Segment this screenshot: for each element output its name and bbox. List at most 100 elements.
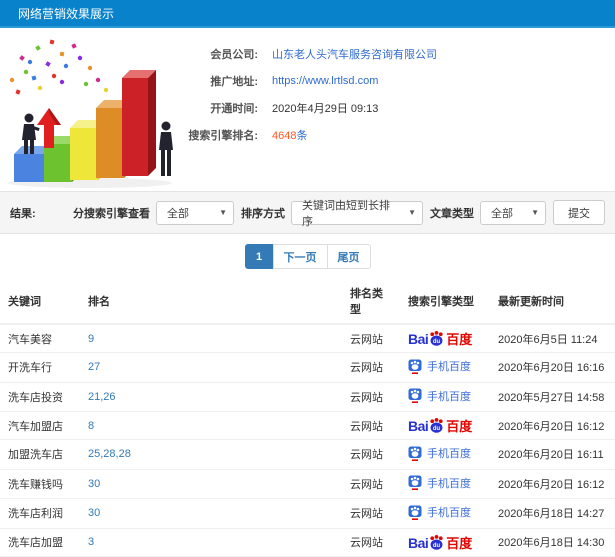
- updated-time-cell: 2020年5月27日 14:58: [490, 382, 615, 412]
- info-row: 开通时间: 2020年4月29日 09:13: [180, 94, 609, 121]
- mobile-baidu-label: 手机百度: [427, 448, 471, 460]
- table-header-row: 关键词 排名 排名类型 搜索引擎类型 最新更新时间: [0, 278, 615, 325]
- baidu-pc-logo[interactable]: Bai du 百度: [408, 417, 472, 433]
- col-header-engine-type: 搜索引擎类型: [400, 278, 490, 325]
- table-row: 开洗车行 27 云网站 手机百度 2020年6月20日 16:16: [0, 352, 615, 383]
- info-row-link[interactable]: 山东老人头汽车服务咨询有限公司: [272, 46, 437, 62]
- baidu-paw-icon: du: [430, 418, 443, 433]
- engine-view-select[interactable]: 全部 ▼: [156, 200, 234, 225]
- keyword-cell: 汽车美容: [0, 324, 80, 353]
- rank-value-link[interactable]: 21,26: [88, 391, 116, 403]
- article-type-selected-value: 全部: [491, 207, 513, 220]
- result-label: 结果:: [10, 207, 36, 220]
- chevron-down-icon: ▼: [219, 208, 227, 217]
- engine-cell: 手机百度: [400, 498, 490, 529]
- chevron-down-icon: ▼: [408, 208, 416, 217]
- page-item[interactable]: 尾页: [326, 244, 371, 269]
- engine-cell: 手机百度: [400, 352, 490, 383]
- rank-value-link[interactable]: 30: [88, 507, 100, 519]
- rank-type-cell: 云网站: [342, 382, 400, 412]
- pagination: 1 下一页 尾页: [244, 244, 371, 269]
- table-body: 汽车美容 9 云网站 Bai du 百度 2020年6月5日 11:24 开洗车行 27 云网站手…: [0, 324, 615, 557]
- article-type-label: 文章类型: [430, 207, 474, 220]
- mobile-baidu-label: 手机百度: [427, 361, 471, 373]
- article-type-select[interactable]: 全部 ▼: [480, 200, 546, 225]
- rank-value-link[interactable]: 25,28,28: [88, 448, 131, 460]
- mobile-baidu-paw-icon: [408, 446, 422, 461]
- col-header-rank: 排名: [80, 278, 342, 325]
- baidu-mobile-logo[interactable]: 手机百度: [408, 358, 471, 374]
- baidu-pc-logo[interactable]: Bai du 百度: [408, 534, 472, 550]
- engine-view-selected-value: 全部: [167, 207, 189, 220]
- engine-view-filter: 分搜索引擎查看 全部 ▼: [73, 200, 234, 225]
- rank-value-link[interactable]: 8: [88, 420, 94, 432]
- svg-text:du: du: [433, 426, 441, 432]
- rank-value-link[interactable]: 30: [88, 478, 100, 490]
- rank-type-cell: 云网站: [342, 439, 400, 470]
- baidu-mobile-logo[interactable]: 手机百度: [408, 445, 471, 461]
- 3d-bar-chart-image: [8, 39, 173, 188]
- page-item[interactable]: 下一页: [272, 244, 328, 269]
- rank-cell: 3: [80, 528, 342, 557]
- sort-filter: 排序方式 关键词由短到长排序 ▼: [241, 200, 423, 228]
- rank-type-cell: 云网站: [342, 352, 400, 383]
- updated-time-cell: 2020年6月20日 16:11: [490, 439, 615, 470]
- mobile-baidu-paw-icon: [408, 359, 422, 374]
- rank-value-link[interactable]: 27: [88, 361, 100, 373]
- engine-cell: 手机百度: [400, 382, 490, 412]
- rank-count-unit: 条: [296, 129, 308, 142]
- baidu-mobile-logo[interactable]: 手机百度: [408, 475, 471, 491]
- baidu-paw-icon: du: [430, 331, 443, 346]
- col-header-keyword: 关键词: [0, 278, 80, 325]
- rank-type-cell: 云网站: [342, 411, 400, 440]
- chevron-down-icon: ▼: [531, 208, 539, 217]
- updated-time-cell: 2020年6月20日 16:12: [490, 411, 615, 440]
- engine-cell: Bai du 百度: [400, 411, 490, 440]
- keyword-cell: 洗车店投资: [0, 382, 80, 412]
- info-row-label: 推广地址:: [210, 75, 258, 88]
- engine-view-label: 分搜索引擎查看: [73, 207, 150, 220]
- rank-cell: 9: [80, 324, 342, 353]
- info-row-label: 开通时间:: [210, 102, 258, 115]
- updated-time-cell: 2020年6月18日 14:30: [490, 528, 615, 557]
- svg-text:du: du: [433, 542, 441, 548]
- mobile-baidu-label: 手机百度: [427, 390, 471, 403]
- page-title: 网络营销效果展示: [18, 6, 115, 21]
- businessman-right: [159, 121, 173, 176]
- top-section: 会员公司: 山东老人头汽车服务咨询有限公司 推广地址: https://www.lrt…: [0, 28, 615, 191]
- baidu-logo-latin-text: Bai: [408, 331, 429, 347]
- pagination-wrap: 1 下一页 尾页: [0, 234, 615, 278]
- rank-type-cell: 云网站: [342, 324, 400, 353]
- info-row-value: 2020年4月29日 09:13: [272, 102, 379, 115]
- baidu-mobile-logo[interactable]: 手机百度: [408, 388, 471, 404]
- rank-value-link[interactable]: 3: [88, 536, 94, 548]
- rank-cell: 8: [80, 411, 342, 440]
- rank-value-link[interactable]: 9: [88, 333, 94, 345]
- keyword-cell: 洗车店利润: [0, 498, 80, 529]
- sort-label: 排序方式: [241, 207, 285, 220]
- keyword-ranking-table: 关键词 排名 排名类型 搜索引擎类型 最新更新时间 汽车美容 9 云网站 Bai du 百…: [0, 278, 615, 557]
- filter-controls: 分搜索引擎查看 全部 ▼ 排序方式 关键词由短到长排序 ▼ 文章类型 全部 ▼ …: [73, 200, 605, 228]
- submit-button[interactable]: 提交: [553, 200, 605, 225]
- article-type-filter: 文章类型 全部 ▼: [430, 200, 546, 225]
- table-row: 加盟洗车店 25,28,28 云网站 手机百度 2020年6月20日 16:11: [0, 439, 615, 470]
- page-item-current[interactable]: 1: [244, 244, 274, 269]
- baidu-logo-cn-text: 百度: [446, 419, 473, 434]
- filter-bar: 结果: 分搜索引擎查看 全部 ▼ 排序方式 关键词由短到长排序 ▼ 文章类型 全…: [0, 191, 615, 234]
- keyword-cell: 加盟洗车店: [0, 439, 80, 470]
- table-row: 洗车赚钱吗 30 云网站 手机百度 2020年6月20日 16:12: [0, 469, 615, 499]
- growth-chart-illustration: [2, 32, 180, 190]
- rank-type-cell: 云网站: [342, 498, 400, 529]
- sort-select[interactable]: 关键词由短到长排序 ▼: [291, 200, 423, 228]
- baidu-mobile-logo[interactable]: 手机百度: [408, 504, 471, 520]
- baidu-pc-logo[interactable]: Bai du 百度: [408, 330, 472, 346]
- keyword-cell: 开洗车行: [0, 352, 80, 383]
- updated-time-cell: 2020年6月18日 14:27: [490, 498, 615, 529]
- rank-cell: 25,28,28: [80, 439, 342, 470]
- rank-cell: 27: [80, 352, 342, 383]
- keyword-cell: 汽车加盟店: [0, 411, 80, 440]
- info-row-link[interactable]: https://www.lrtlsd.com: [272, 75, 378, 87]
- info-row-label: 搜索引擎排名:: [188, 129, 258, 142]
- page-header: 网络营销效果展示: [0, 0, 615, 28]
- engine-cell: 手机百度: [400, 469, 490, 499]
